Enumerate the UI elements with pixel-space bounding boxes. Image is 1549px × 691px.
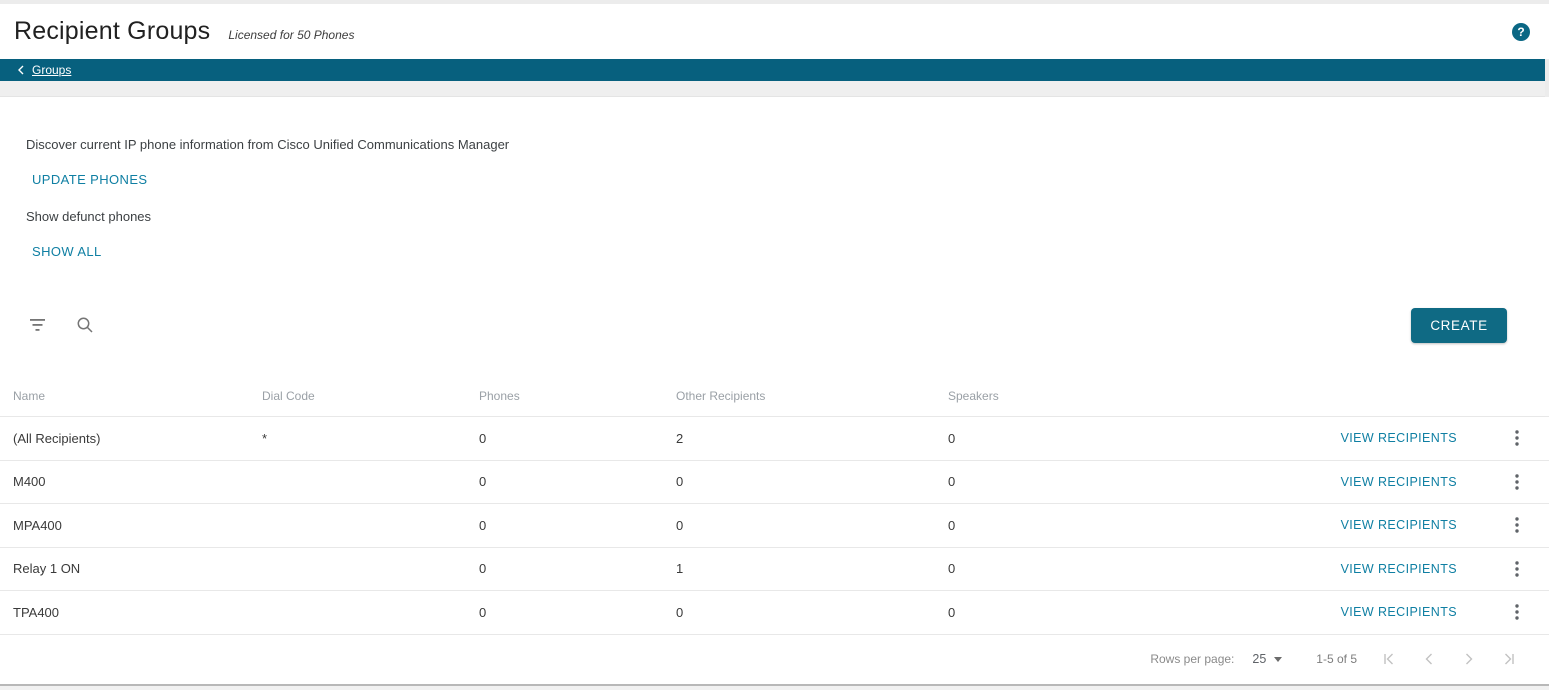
rows-per-page-label: Rows per page: — [1150, 652, 1234, 666]
update-phones-button[interactable]: UPDATE PHONES — [32, 172, 147, 187]
table-row: Relay 1 ON 0 1 0 VIEW RECIPIENTS — [0, 548, 1549, 592]
cell-dial-code: * — [262, 431, 479, 446]
cell-speakers: 0 — [948, 474, 1178, 489]
cell-name: Relay 1 ON — [13, 561, 262, 576]
title-wrap: Recipient Groups Licensed for 50 Phones — [14, 17, 354, 46]
breadcrumb-groups-link[interactable]: Groups — [17, 63, 71, 77]
kebab-menu-icon — [1515, 517, 1519, 533]
page-title: Recipient Groups — [14, 17, 210, 46]
subheader-band — [0, 81, 1549, 97]
row-menu-button[interactable] — [1497, 551, 1537, 587]
kebab-menu-icon — [1515, 604, 1519, 620]
cell-name: (All Recipients) — [13, 431, 262, 446]
row-menu-button[interactable] — [1497, 420, 1537, 456]
create-button[interactable]: CREATE — [1411, 308, 1507, 343]
cell-speakers: 0 — [948, 518, 1178, 533]
view-recipients-link[interactable]: VIEW RECIPIENTS — [1341, 605, 1457, 619]
table-header-row: Name Dial Code Phones Other Recipients S… — [0, 349, 1549, 417]
rows-per-page-value: 25 — [1252, 652, 1266, 666]
cell-phones: 0 — [479, 561, 676, 576]
cell-name: TPA400 — [13, 605, 262, 620]
discover-description: Discover current IP phone information fr… — [26, 137, 1549, 152]
cell-speakers: 0 — [948, 561, 1178, 576]
cell-phones: 0 — [479, 605, 676, 620]
table-row: TPA400 0 0 0 VIEW RECIPIENTS — [0, 591, 1549, 635]
view-recipients-link[interactable]: VIEW RECIPIENTS — [1341, 562, 1457, 576]
kebab-menu-icon — [1515, 430, 1519, 446]
search-icon — [76, 316, 94, 334]
cell-other-recipients: 0 — [676, 474, 948, 489]
view-recipients-link[interactable]: VIEW RECIPIENTS — [1341, 475, 1457, 489]
column-header-phones: Phones — [479, 389, 676, 403]
first-page-button[interactable] — [1369, 641, 1409, 677]
recipient-groups-table: Name Dial Code Phones Other Recipients S… — [0, 349, 1549, 690]
last-page-button[interactable] — [1489, 641, 1529, 677]
cell-other-recipients: 1 — [676, 561, 948, 576]
cell-other-recipients: 0 — [676, 605, 948, 620]
chevron-right-icon — [1464, 653, 1474, 665]
chevron-left-icon — [1424, 653, 1434, 665]
cell-phones: 0 — [479, 474, 676, 489]
kebab-menu-icon — [1515, 561, 1519, 577]
cell-name: M400 — [13, 474, 262, 489]
search-button[interactable] — [72, 312, 98, 338]
column-header-speakers: Speakers — [948, 389, 1178, 403]
cell-phones: 0 — [479, 518, 676, 533]
column-header-other-recipients: Other Recipients — [676, 389, 948, 403]
cell-other-recipients: 2 — [676, 431, 948, 446]
row-menu-button[interactable] — [1497, 464, 1537, 500]
table-row: MPA400 0 0 0 VIEW RECIPIENTS — [0, 504, 1549, 548]
bottom-edge-strip — [0, 686, 1549, 690]
table-row: (All Recipients) * 0 2 0 VIEW RECIPIENTS — [0, 417, 1549, 461]
page-header: Recipient Groups Licensed for 50 Phones … — [0, 4, 1549, 59]
view-recipients-link[interactable]: VIEW RECIPIENTS — [1341, 431, 1457, 445]
main-content: Discover current IP phone information fr… — [0, 137, 1549, 690]
breadcrumb: Groups — [0, 59, 1549, 81]
cell-speakers: 0 — [948, 431, 1178, 446]
cell-speakers: 0 — [948, 605, 1178, 620]
cell-name: MPA400 — [13, 518, 262, 533]
cell-phones: 0 — [479, 431, 676, 446]
recipient-groups-page: Recipient Groups Licensed for 50 Phones … — [0, 0, 1549, 691]
filter-list-icon — [28, 318, 48, 332]
column-header-dial-code: Dial Code — [262, 389, 479, 403]
column-header-name: Name — [13, 389, 262, 403]
breadcrumb-label: Groups — [32, 63, 71, 77]
row-menu-button[interactable] — [1497, 594, 1537, 630]
previous-page-button[interactable] — [1409, 641, 1449, 677]
table-row: M400 0 0 0 VIEW RECIPIENTS — [0, 461, 1549, 505]
first-page-icon — [1382, 653, 1396, 665]
last-page-icon — [1502, 653, 1516, 665]
show-all-button[interactable]: SHOW ALL — [32, 244, 102, 259]
next-page-button[interactable] — [1449, 641, 1489, 677]
filter-button[interactable] — [24, 314, 52, 336]
pagination-range: 1-5 of 5 — [1316, 652, 1357, 666]
rows-per-page-select[interactable]: 25 — [1252, 652, 1282, 666]
dropdown-caret-icon — [1274, 657, 1282, 662]
kebab-menu-icon — [1515, 474, 1519, 490]
help-icon[interactable]: ? — [1512, 23, 1530, 41]
view-recipients-link[interactable]: VIEW RECIPIENTS — [1341, 518, 1457, 532]
table-toolbar: CREATE — [0, 301, 1549, 349]
cell-other-recipients: 0 — [676, 518, 948, 533]
defunct-phones-label: Show defunct phones — [26, 209, 1549, 224]
license-note: Licensed for 50 Phones — [228, 28, 354, 42]
table-footer: Rows per page: 25 1-5 of 5 — [0, 635, 1549, 686]
chevron-left-icon — [17, 65, 25, 75]
row-menu-button[interactable] — [1497, 507, 1537, 543]
